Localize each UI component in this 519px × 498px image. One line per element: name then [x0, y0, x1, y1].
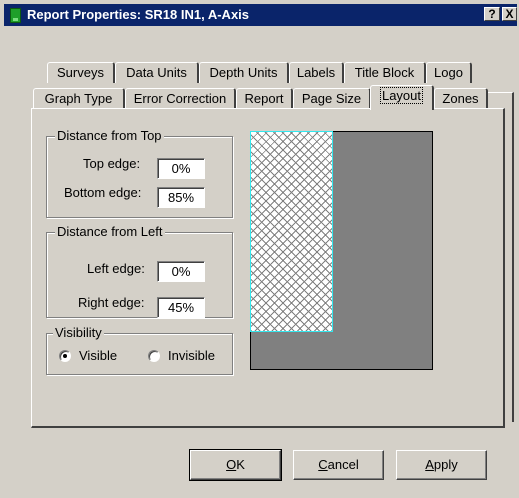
cancel-mnemonic: C [318, 457, 328, 472]
apply-label-rest: pply [433, 457, 458, 472]
title-bar[interactable]: Report Properties: SR18 IN1, A-Axis ? X [4, 4, 517, 26]
ok-mnemonic: O [226, 457, 237, 472]
apply-mnemonic: A [425, 457, 434, 472]
tab-error-correction[interactable]: Error Correction [125, 88, 236, 109]
close-button[interactable]: X [502, 7, 517, 21]
distance-from-left-title: Distance from Left [55, 224, 165, 239]
ok-button[interactable]: OK [189, 449, 282, 481]
bottom-edge-input[interactable]: 85% [157, 187, 205, 208]
tab-surveys[interactable]: Surveys [47, 62, 115, 83]
left-edge-input[interactable]: 0% [157, 261, 205, 282]
help-button[interactable]: ? [484, 7, 500, 21]
tab-layout-label: Layout [379, 87, 424, 104]
tab-depth-units[interactable]: Depth Units [199, 62, 289, 83]
invisible-radio[interactable] [148, 350, 160, 362]
tab-zones[interactable]: Zones [434, 88, 488, 109]
tab-title-block[interactable]: Title Block [344, 62, 426, 83]
tab-page-size[interactable]: Page Size [293, 88, 371, 109]
window-title: Report Properties: SR18 IN1, A-Axis [27, 7, 250, 22]
left-edge-label: Left edge: [87, 261, 145, 276]
invisible-label[interactable]: Invisible [168, 348, 215, 363]
report-properties-dialog: Report Properties: SR18 IN1, A-Axis ? X … [0, 0, 519, 498]
visible-radio[interactable] [59, 350, 71, 362]
top-edge-input[interactable]: 0% [157, 158, 205, 179]
visibility-title: Visibility [53, 325, 104, 340]
visible-label[interactable]: Visible [79, 348, 117, 363]
top-edge-label: Top edge: [83, 156, 141, 171]
radio-selected-dot [63, 354, 67, 358]
tab-report[interactable]: Report [236, 88, 293, 109]
tab-logo[interactable]: Logo [426, 62, 472, 83]
right-edge-input[interactable]: 45% [157, 297, 205, 318]
layout-preview-region [250, 131, 333, 332]
right-edge-label: Right edge: [78, 295, 145, 310]
apply-button[interactable]: Apply [396, 450, 487, 480]
tab-data-units[interactable]: Data Units [115, 62, 199, 83]
bottom-edge-label: Bottom edge: [64, 185, 142, 200]
cancel-label-rest: ancel [327, 457, 359, 472]
cancel-button[interactable]: Cancel [293, 450, 384, 480]
app-icon [10, 8, 21, 23]
distance-from-top-title: Distance from Top [55, 128, 164, 143]
tab-layout[interactable]: Layout [370, 85, 434, 110]
tab-labels[interactable]: Labels [289, 62, 344, 83]
ok-label-rest: K [236, 457, 245, 472]
tab-graph-type[interactable]: Graph Type [33, 88, 125, 109]
